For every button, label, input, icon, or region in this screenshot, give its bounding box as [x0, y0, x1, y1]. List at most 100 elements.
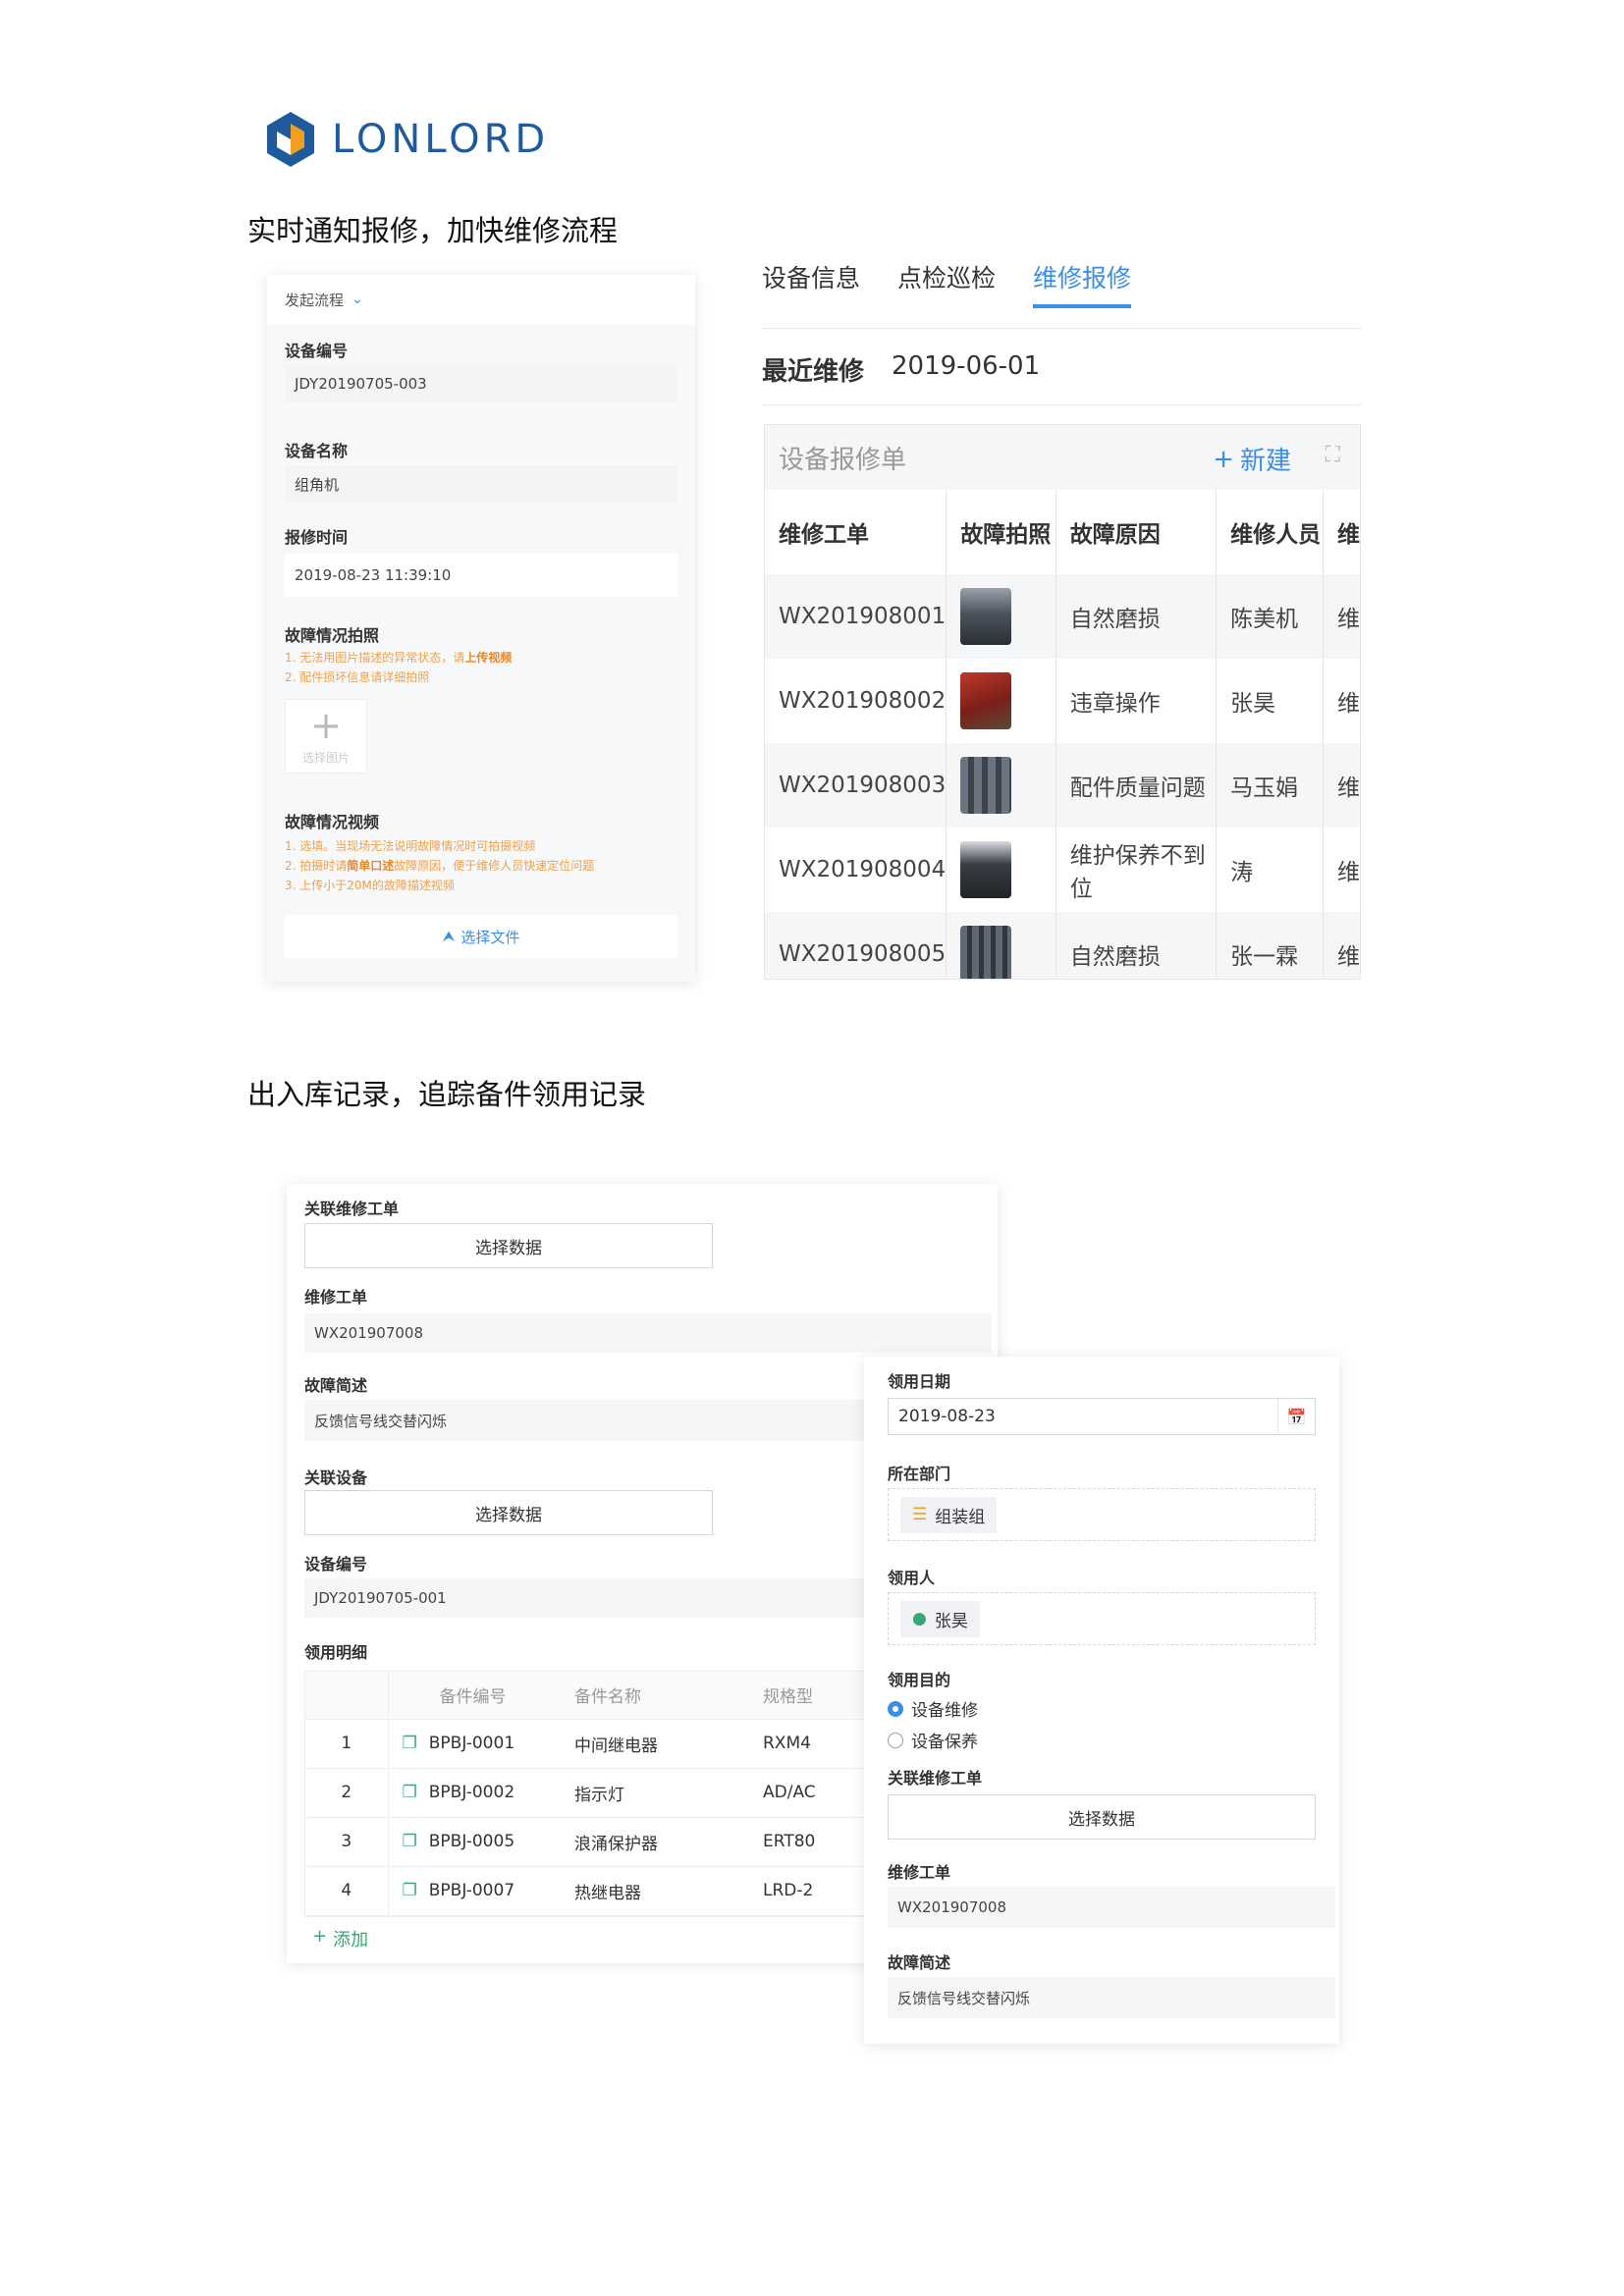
tabs-divider	[762, 328, 1361, 329]
new-repair-button[interactable]: + 新建	[1213, 441, 1291, 477]
expand-icon[interactable]: ⛶	[1326, 443, 1340, 467]
part-link-icon[interactable]: ❐	[403, 1832, 417, 1851]
fault-photo-thumbnail[interactable]	[960, 841, 1012, 898]
lonlord-logo-icon	[267, 112, 314, 167]
select-image-button[interactable]: + 选择图片	[285, 699, 367, 774]
photo-cell	[946, 912, 1056, 979]
parts-table: 备件编号 备件名称 规格型 1 ❐ BPBJ-0001 中间继电器 RXM4 2 …	[305, 1672, 893, 1916]
order-label: 维修工单	[888, 1863, 951, 1882]
purpose-option-label: 设备保养	[911, 1733, 978, 1752]
order-cell: WX201908002	[765, 659, 947, 743]
chevron-down-icon: ⌄	[352, 292, 363, 307]
select-order-button[interactable]: 选择数据	[304, 1223, 713, 1268]
code-cell: ❐ BPBJ-0001	[388, 1719, 574, 1769]
new-repair-label: 新建	[1239, 447, 1291, 476]
person-cell: 陈美机	[1216, 574, 1324, 659]
fault-photo-thumbnail[interactable]	[960, 926, 1012, 979]
order-cell: WX201908001	[765, 574, 947, 659]
table-row[interactable]: WX201908003 配件质量问题 马玉娟 维	[765, 743, 1360, 828]
video-hint-1: 1. 选填。当现场无法说明故障情况时可拍摄视频	[285, 839, 536, 853]
order-field[interactable]: WX201907008	[888, 1887, 1335, 1928]
person-cell: 张昊	[1216, 659, 1324, 743]
radio-unchecked-icon	[888, 1732, 903, 1748]
fault-photo-thumbnail[interactable]	[960, 588, 1012, 645]
row-no: 4	[305, 1866, 389, 1916]
table-row[interactable]: 4 ❐ BPBJ-0007 热继电器 LRD-2	[305, 1866, 893, 1916]
col-reason: 故障原因	[1056, 490, 1218, 574]
table-row[interactable]: WX201908005 自然磨损 张一霖 维	[765, 912, 1360, 979]
code-cell: ❐ BPBJ-0007	[388, 1866, 574, 1916]
photo-hint-1: 1. 无法用图片描述的异常状态，请上传视频	[285, 651, 513, 665]
person-cell: 马玉娟	[1216, 743, 1324, 828]
receive-date-field[interactable]: 2019-08-23 📅	[888, 1398, 1316, 1435]
part-link-icon[interactable]: ❐	[403, 1881, 417, 1900]
fault-video-label: 故障情况视频	[285, 813, 380, 831]
purpose-option-label: 设备维修	[911, 1701, 978, 1721]
user-icon: ●	[912, 1609, 927, 1629]
plus-icon: +	[312, 1926, 328, 1947]
reason-cell: 维护保养不到位	[1056, 828, 1218, 912]
repair-table-header-bar: 设备报修单 + 新建 ⛶	[765, 425, 1360, 490]
table-row[interactable]: 3 ❐ BPBJ-0005 浪涌保护器 ERT80	[305, 1817, 893, 1867]
order-cell: WX201908004	[765, 828, 947, 912]
report-time-field[interactable]: 2019-08-23 11:39:10	[285, 554, 677, 597]
person-cell: 涛	[1216, 828, 1324, 912]
receive-date-value: 2019-08-23	[898, 1407, 996, 1426]
add-row-button[interactable]: + 添加	[312, 1926, 368, 1951]
receive-date-label: 领用日期	[888, 1372, 951, 1391]
brand-name: LONLORD	[332, 117, 550, 162]
photo-hint-2: 2. 配件损坏信息请详细拍照	[285, 670, 430, 684]
upload-icon: ⮝	[442, 928, 456, 945]
fault-desc-field[interactable]: 反馈信号线交替闪烁	[888, 1977, 1335, 2018]
purpose-option-repair[interactable]: 设备维修	[888, 1696, 978, 1721]
tab-repair[interactable]: 维修报修	[1033, 259, 1132, 308]
table-row[interactable]: WX201908002 违章操作 张昊 维	[765, 659, 1360, 743]
tab-inspection[interactable]: 点检巡检	[897, 259, 996, 294]
table-row[interactable]: 2 ❐ BPBJ-0002 指示灯 AD/AC	[305, 1768, 893, 1818]
part-link-icon[interactable]: ❐	[403, 1783, 417, 1802]
section-heading-stock: 出入库记录，追踪备件领用记录	[247, 1078, 647, 1111]
calendar-icon[interactable]: 📅	[1277, 1399, 1315, 1434]
photo-cell	[946, 828, 1056, 912]
order-label: 维修工单	[304, 1288, 368, 1307]
fault-photo-thumbnail[interactable]	[960, 672, 1012, 729]
order-field[interactable]: WX201907008	[304, 1313, 992, 1353]
report-time-value: 2019-08-23 11:39:10	[295, 566, 452, 584]
row-no: 2	[305, 1768, 389, 1818]
name-cell: 浪涌保护器	[574, 1817, 763, 1867]
order-cell: WX201908005	[765, 912, 947, 979]
table-row[interactable]: WX201908001 自然磨损 陈美机 维	[765, 574, 1360, 659]
more-cell: 维	[1323, 743, 1360, 828]
part-link-icon[interactable]: ❐	[403, 1734, 417, 1753]
tab-device-info[interactable]: 设备信息	[762, 259, 860, 294]
dept-field[interactable]: ☰ 组装组	[888, 1488, 1316, 1541]
assoc-order-label: 关联维修工单	[304, 1200, 400, 1218]
repair-table-title: 设备报修单	[779, 445, 907, 475]
dept-chip: ☰ 组装组	[900, 1496, 998, 1533]
fault-photo-label: 故障情况拍照	[285, 626, 380, 645]
parts-header-row: 备件编号 备件名称 规格型	[305, 1672, 893, 1720]
device-no-field[interactable]: JDY20190705-003	[285, 365, 677, 402]
select-file-button[interactable]: ⮝ 选择文件	[285, 915, 677, 958]
table-row[interactable]: 1 ❐ BPBJ-0001 中间继电器 RXM4	[305, 1719, 893, 1769]
flow-header[interactable]: 发起流程 ⌄	[267, 275, 695, 324]
device-name-field[interactable]: 组角机	[285, 465, 677, 503]
person-field[interactable]: ● 张昊	[888, 1592, 1316, 1645]
fault-photo-thumbnail[interactable]	[960, 757, 1012, 814]
person-label: 领用人	[888, 1569, 936, 1587]
col-person: 维修人员	[1216, 490, 1324, 574]
more-cell: 维	[1336, 860, 1360, 885]
recent-repair-label: 最近维修	[762, 357, 865, 387]
flow-label: 发起流程	[285, 291, 345, 309]
assoc-order-label: 关联维修工单	[888, 1769, 983, 1788]
select-file-label: 选择文件	[460, 928, 520, 946]
select-device-button[interactable]: 选择数据	[304, 1490, 713, 1535]
person-cell: 张一霖	[1216, 912, 1324, 979]
reason-cell: 违章操作	[1056, 659, 1218, 743]
col-photo: 故障拍照	[946, 490, 1056, 574]
table-row[interactable]: WX201908004 维护保养不到位 涛 维	[765, 828, 1360, 912]
select-order-button[interactable]: 选择数据	[888, 1794, 1316, 1840]
person-chip: ● 张昊	[900, 1600, 980, 1637]
purpose-option-maintain[interactable]: 设备保养	[888, 1728, 978, 1752]
parts-table-wrap: 备件编号 备件名称 规格型 1 ❐ BPBJ-0001 中间继电器 RXM4 2 …	[304, 1671, 893, 1917]
